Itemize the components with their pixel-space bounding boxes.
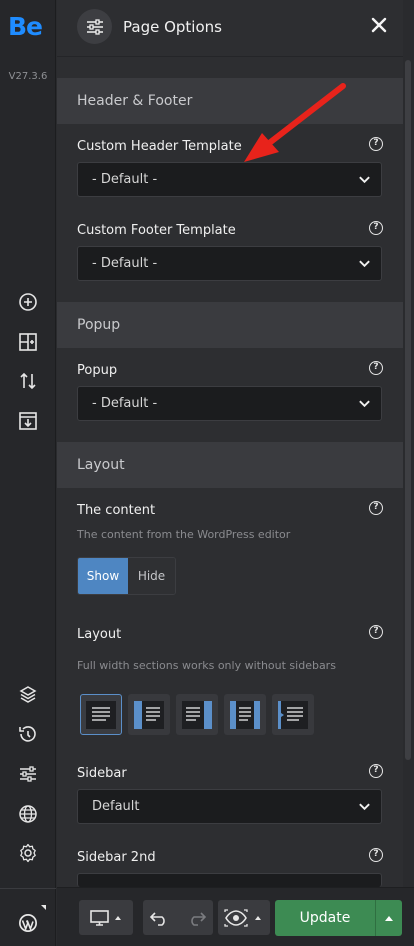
help-icon[interactable]: ?	[369, 764, 383, 778]
layout-right-sidebar-icon[interactable]	[176, 694, 218, 735]
redo-icon[interactable]	[185, 910, 207, 926]
help-icon[interactable]: ?	[369, 221, 383, 235]
popup-select[interactable]: - Default -	[77, 386, 382, 421]
custom-footer-value: - Default -	[92, 256, 158, 271]
help-icon[interactable]: ?	[369, 361, 383, 375]
sidebar2-label: Sidebar 2nd	[77, 850, 156, 865]
panel-title: Page Options	[123, 18, 222, 36]
sliders-icon	[77, 9, 112, 44]
settings-sliders-icon[interactable]	[16, 762, 40, 786]
section-header-footer: Header & Footer	[57, 78, 403, 124]
custom-footer-select[interactable]: - Default -	[77, 246, 382, 281]
chevron-down-icon	[359, 400, 370, 408]
import-icon[interactable]	[16, 409, 40, 433]
layout-label: Layout	[77, 627, 122, 642]
chevron-down-icon	[359, 803, 370, 811]
chevron-down-icon	[359, 176, 370, 184]
desktop-icon	[90, 909, 121, 926]
gear-icon[interactable]	[16, 841, 40, 865]
section-layout: Layout	[57, 442, 403, 488]
sort-icon[interactable]	[16, 369, 40, 393]
layout-full-width-icon[interactable]	[80, 694, 122, 735]
sidebar-select[interactable]: Default	[77, 789, 382, 824]
custom-header-select[interactable]: - Default -	[77, 162, 382, 197]
popup-value: - Default -	[92, 396, 158, 411]
help-icon[interactable]: ?	[369, 501, 383, 515]
layout-left-sidebar-icon[interactable]	[128, 694, 170, 735]
custom-footer-label: Custom Footer Template	[77, 223, 236, 238]
content-description: The content from the WordPress editor	[77, 528, 291, 541]
custom-header-value: - Default -	[92, 172, 158, 187]
add-icon[interactable]	[16, 290, 40, 314]
menu-corner-indicator	[41, 905, 46, 910]
update-button[interactable]: Update	[275, 900, 375, 936]
help-icon[interactable]: ?	[369, 137, 383, 151]
version-label: V27.3.6	[8, 71, 48, 82]
wordpress-icon[interactable]	[16, 911, 40, 935]
logo[interactable]: Be	[8, 12, 43, 41]
popup-label: Popup	[77, 363, 118, 378]
eye-icon	[224, 908, 261, 927]
globe-icon[interactable]	[16, 802, 40, 826]
hide-option[interactable]: Hide	[128, 558, 175, 594]
device-preview-button[interactable]	[79, 900, 133, 935]
sidebar2-select[interactable]	[77, 873, 382, 887]
bottom-toolbar: Update	[57, 887, 414, 946]
panel-header: Page Options	[57, 0, 403, 57]
update-options-button[interactable]	[375, 900, 402, 936]
custom-header-label: Custom Header Template	[77, 139, 242, 154]
scrollbar-thumb[interactable]	[405, 60, 411, 760]
page-options-panel: Page Options Header & Footer Custom Head…	[57, 0, 403, 946]
visibility-button[interactable]	[218, 900, 270, 935]
content-toggle: Show Hide	[77, 557, 176, 595]
show-option[interactable]: Show	[78, 558, 128, 594]
history-icon[interactable]	[16, 722, 40, 746]
layers-icon[interactable]	[16, 682, 40, 706]
help-icon[interactable]: ?	[369, 848, 383, 862]
rail-divider	[0, 888, 56, 889]
layout-options	[80, 694, 314, 735]
sidebar-value: Default	[92, 799, 140, 814]
layout-description: Full width sections works only without s…	[77, 659, 336, 672]
layout-offcanvas-sidebar-icon[interactable]	[272, 694, 314, 735]
layout-both-sidebars-icon[interactable]	[224, 694, 266, 735]
help-icon[interactable]: ?	[369, 625, 383, 639]
chevron-down-icon	[359, 260, 370, 268]
section-popup: Popup	[57, 302, 403, 348]
content-label: The content	[77, 503, 156, 518]
caret-up-icon	[385, 916, 393, 921]
undo-redo-group	[143, 900, 213, 935]
sections-icon[interactable]	[16, 330, 40, 354]
close-icon[interactable]	[369, 15, 389, 35]
undo-icon[interactable]	[149, 910, 171, 926]
sidebar-label: Sidebar	[77, 766, 127, 781]
left-rail: Be V27.3.6	[0, 0, 56, 946]
